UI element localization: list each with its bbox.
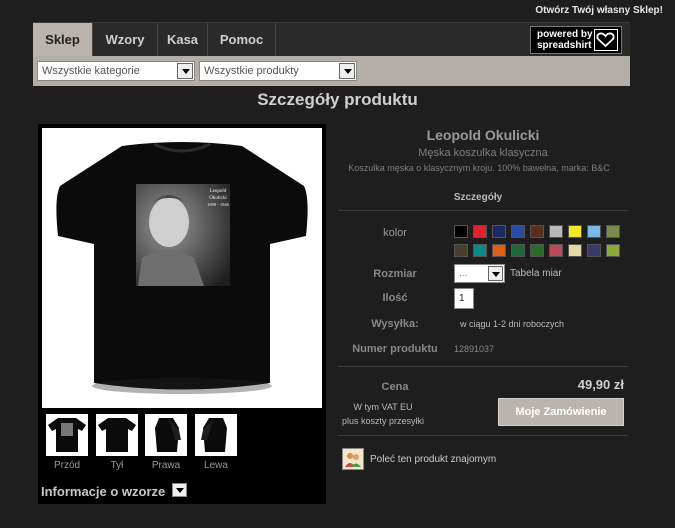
product-number-label: Numer produktu	[352, 343, 438, 355]
view-label-left: Lewa	[204, 460, 228, 471]
size-chart-link[interactable]: Tabela miar	[510, 268, 562, 279]
color-swatch[interactable]	[511, 244, 525, 257]
category-select[interactable]: Wszystkie kategorie	[37, 61, 195, 81]
color-swatch[interactable]	[568, 244, 582, 257]
color-swatch[interactable]	[511, 225, 525, 238]
color-swatch[interactable]	[587, 244, 601, 257]
color-swatch[interactable]	[492, 225, 506, 238]
chevron-down-icon[interactable]	[172, 483, 187, 497]
shipping-value: w ciągu 1-2 dni roboczych	[460, 319, 565, 329]
color-swatch[interactable]	[473, 244, 487, 257]
product-select-value: Wszystkie produkty	[204, 65, 299, 77]
tab-kasa[interactable]: Kasa	[158, 23, 208, 57]
chevron-down-icon[interactable]	[488, 266, 503, 281]
product-description: Koszulka męska o klasycznym kroju. 100% …	[348, 163, 610, 173]
powered-by-spreadshirt-badge[interactable]: powered by spreadshirt	[530, 26, 622, 54]
image-caption-years: 1898 - 1946	[207, 202, 229, 207]
color-swatch[interactable]	[606, 225, 620, 238]
divider	[338, 366, 628, 367]
size-label: Rozmiar	[373, 268, 417, 280]
color-swatch[interactable]	[587, 225, 601, 238]
quantity-input[interactable]: 1	[454, 288, 474, 309]
spreadshirt-logo-icon	[594, 29, 618, 51]
color-swatch[interactable]	[530, 225, 544, 238]
view-thumb-left[interactable]	[195, 414, 237, 456]
filter-bar: Wszystkie kategorie Wszystkie produkty	[33, 56, 630, 86]
color-swatch[interactable]	[530, 244, 544, 257]
tab-wzory[interactable]: Wzory	[93, 23, 158, 57]
price-value: 49,90 zł	[577, 377, 624, 392]
color-swatch[interactable]	[568, 225, 582, 238]
product-type: Męska koszulka klasyczna	[418, 147, 548, 159]
details-heading: Szczegóły	[453, 192, 503, 203]
color-swatch[interactable]	[454, 225, 468, 238]
view-label-front: Przód	[53, 460, 81, 471]
product-number-value: 12891037	[454, 344, 495, 354]
vat-info: W tym VAT EU plus koszty przesyłki	[328, 400, 438, 428]
order-button[interactable]: Moje Zamówienie	[498, 398, 624, 426]
price-label: Cena	[381, 381, 409, 393]
view-thumb-back[interactable]	[96, 414, 138, 456]
size-select-value: ...	[459, 268, 468, 279]
color-label: kolor	[383, 227, 407, 239]
size-select[interactable]: ...	[454, 264, 505, 283]
view-thumb-right[interactable]	[145, 414, 187, 456]
color-swatch[interactable]	[473, 225, 487, 238]
color-swatch[interactable]	[454, 244, 468, 257]
view-label-right: Prawa	[151, 460, 181, 471]
color-swatch[interactable]	[549, 225, 563, 238]
quantity-label: Ilość	[382, 292, 408, 304]
tab-pomoc[interactable]: Pomoc	[208, 23, 276, 57]
color-swatch[interactable]	[492, 244, 506, 257]
divider	[338, 210, 628, 211]
view-thumb-front[interactable]	[46, 414, 88, 456]
vat-line: W tym VAT EU	[353, 402, 413, 412]
image-caption-name: Leopold	[210, 189, 227, 194]
product-name: Leopold Okulicki	[426, 127, 540, 143]
view-label-back: Tył	[110, 460, 124, 471]
tab-sklep[interactable]: Sklep	[33, 23, 93, 57]
divider	[338, 435, 628, 436]
product-main-image[interactable]: Leopold Okulicki 1898 - 1946	[42, 128, 322, 408]
page-title: Szczegóły produktu	[257, 90, 418, 109]
open-shop-link[interactable]: Otwórz Twój własny Sklep!	[535, 5, 663, 16]
color-swatch[interactable]	[606, 244, 620, 257]
image-caption-surname: Okulicki	[209, 196, 227, 201]
recommend-link[interactable]: Poleć ten produkt znajomym	[370, 454, 496, 465]
shipping-label: Wysyłka:	[371, 318, 419, 330]
design-info-label[interactable]: Informacje o wzorze	[41, 484, 165, 499]
main-nav: Sklep Wzory Kasa Pomoc powered by spread…	[33, 22, 630, 57]
recommend-friends-icon[interactable]	[342, 448, 364, 470]
chevron-down-icon[interactable]	[177, 63, 193, 79]
color-swatch[interactable]	[549, 244, 563, 257]
product-select[interactable]: Wszystkie produkty	[199, 61, 357, 81]
category-select-value: Wszystkie kategorie	[42, 65, 140, 77]
chevron-down-icon[interactable]	[339, 63, 355, 79]
shipping-cost-line: plus koszty przesyłki	[341, 416, 425, 426]
